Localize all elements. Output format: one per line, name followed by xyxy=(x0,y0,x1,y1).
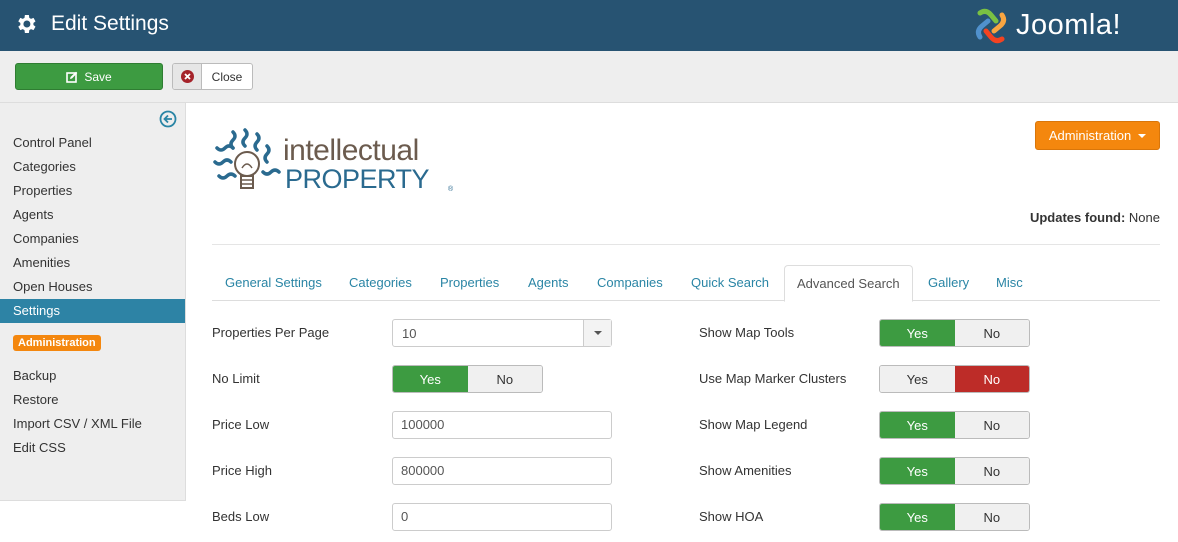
no-limit-label: No Limit xyxy=(212,371,260,386)
sidebar-item-restore[interactable]: Restore xyxy=(0,388,185,412)
show-map-legend-no[interactable]: No xyxy=(954,412,1029,438)
tab-quick-search[interactable]: Quick Search xyxy=(679,265,781,301)
show-amenities-no[interactable]: No xyxy=(954,458,1029,484)
use-map-marker-clusters-label: Use Map Marker Clusters xyxy=(699,371,847,386)
tab-advanced-search[interactable]: Advanced Search xyxy=(784,265,913,302)
price-high-label: Price High xyxy=(212,463,272,478)
sidebar-item-import[interactable]: Import CSV / XML File xyxy=(0,412,185,436)
show-hoa-yes[interactable]: Yes xyxy=(880,504,955,530)
use-map-marker-clusters-toggle: Yes No xyxy=(879,365,1030,393)
settings-tabs: General Settings Categories Properties A… xyxy=(212,265,1160,302)
close-label: Close xyxy=(211,69,243,84)
show-hoa-toggle: Yes No xyxy=(879,503,1030,531)
show-map-legend-label: Show Map Legend xyxy=(699,417,808,432)
sidebar-item-control-panel[interactable]: Control Panel xyxy=(0,131,185,155)
lightbulb-icon xyxy=(213,128,281,189)
toolbar: Save Close xyxy=(0,51,1178,103)
tab-properties[interactable]: Properties xyxy=(428,265,511,301)
use-map-marker-clusters-no[interactable]: No xyxy=(954,366,1029,392)
sidebar-item-companies[interactable]: Companies xyxy=(0,227,185,251)
use-map-marker-clusters-yes[interactable]: Yes xyxy=(880,366,955,392)
sidebar-item-open-houses[interactable]: Open Houses xyxy=(0,275,185,299)
sidebar-item-amenities[interactable]: Amenities xyxy=(0,251,185,275)
no-limit-no[interactable]: No xyxy=(467,366,542,392)
sidebar-item-categories[interactable]: Categories xyxy=(0,155,185,179)
show-map-tools-label: Show Map Tools xyxy=(699,325,795,340)
save-button[interactable]: Save xyxy=(15,63,163,90)
show-hoa-label: Show HOA xyxy=(699,509,764,524)
administration-badge: Administration xyxy=(13,335,101,351)
show-map-tools-toggle: Yes No xyxy=(879,319,1030,347)
intellectual-property-logo: intellectual PROPERTY ® xyxy=(213,128,463,200)
close-button[interactable]: Close xyxy=(172,63,253,90)
administration-dropdown[interactable]: Administration xyxy=(1035,121,1160,150)
show-map-legend-yes[interactable]: Yes xyxy=(880,412,955,438)
beds-low-input[interactable]: 0 xyxy=(392,503,612,531)
tab-companies[interactable]: Companies xyxy=(585,265,675,301)
properties-per-page-value: 10 xyxy=(402,326,417,341)
page-title: Edit Settings xyxy=(51,12,169,35)
price-low-label: Price Low xyxy=(212,417,270,432)
caret-down-icon xyxy=(593,331,602,335)
tab-categories[interactable]: Categories xyxy=(337,265,424,301)
caret-down-icon xyxy=(1138,133,1147,138)
sidebar: Control Panel Categories Properties Agen… xyxy=(0,103,186,501)
show-amenities-toggle: Yes No xyxy=(879,457,1030,485)
show-amenities-label: Show Amenities xyxy=(699,463,792,478)
tab-general-settings[interactable]: General Settings xyxy=(213,265,334,301)
show-hoa-no[interactable]: No xyxy=(954,504,1029,530)
gear-icon xyxy=(18,15,36,33)
collapse-sidebar-icon[interactable] xyxy=(159,110,177,128)
administration-dropdown-label: Administration xyxy=(1048,128,1132,143)
close-icon-wrap xyxy=(173,64,202,89)
joomla-logo[interactable]: Joomla! xyxy=(972,6,1162,46)
properties-per-page-select[interactable]: 10 xyxy=(392,319,612,347)
edit-icon xyxy=(66,71,78,83)
updates-status: Updates found: None xyxy=(1030,210,1160,225)
no-limit-yes[interactable]: Yes xyxy=(393,366,468,392)
joomla-wordmark: Joomla! xyxy=(1016,9,1122,41)
show-map-tools-no[interactable]: No xyxy=(954,320,1029,346)
logo-line1: intellectual xyxy=(283,134,419,167)
show-map-legend-toggle: Yes No xyxy=(879,411,1030,439)
properties-per-page-label: Properties Per Page xyxy=(212,325,330,340)
sidebar-item-properties[interactable]: Properties xyxy=(0,179,185,203)
tab-misc[interactable]: Misc xyxy=(984,265,1035,301)
sidebar-item-edit-css[interactable]: Edit CSS xyxy=(0,436,185,460)
updates-value: None xyxy=(1128,210,1160,225)
price-low-input[interactable]: 100000 xyxy=(392,411,612,439)
show-amenities-yes[interactable]: Yes xyxy=(880,458,955,484)
price-high-input[interactable]: 800000 xyxy=(392,457,612,485)
sidebar-item-settings[interactable]: Settings xyxy=(0,299,185,323)
joomla-logo-icon xyxy=(975,8,1007,44)
show-map-tools-yes[interactable]: Yes xyxy=(880,320,955,346)
logo-line2: PROPERTY xyxy=(285,164,430,194)
sidebar-item-agents[interactable]: Agents xyxy=(0,203,185,227)
sidebar-item-backup[interactable]: Backup xyxy=(0,364,185,388)
divider xyxy=(212,244,1160,245)
no-limit-toggle: Yes No xyxy=(392,365,543,393)
beds-low-label: Beds Low xyxy=(212,509,270,524)
updates-label: Updates found: xyxy=(1029,210,1126,225)
tab-agents[interactable]: Agents xyxy=(516,265,580,301)
close-icon xyxy=(180,70,194,83)
save-label: Save xyxy=(84,69,112,84)
logo-registered: ® xyxy=(448,186,454,193)
tab-gallery[interactable]: Gallery xyxy=(916,265,981,301)
select-arrow xyxy=(583,320,611,346)
app-header: Edit Settings Joomla! xyxy=(0,0,1178,51)
